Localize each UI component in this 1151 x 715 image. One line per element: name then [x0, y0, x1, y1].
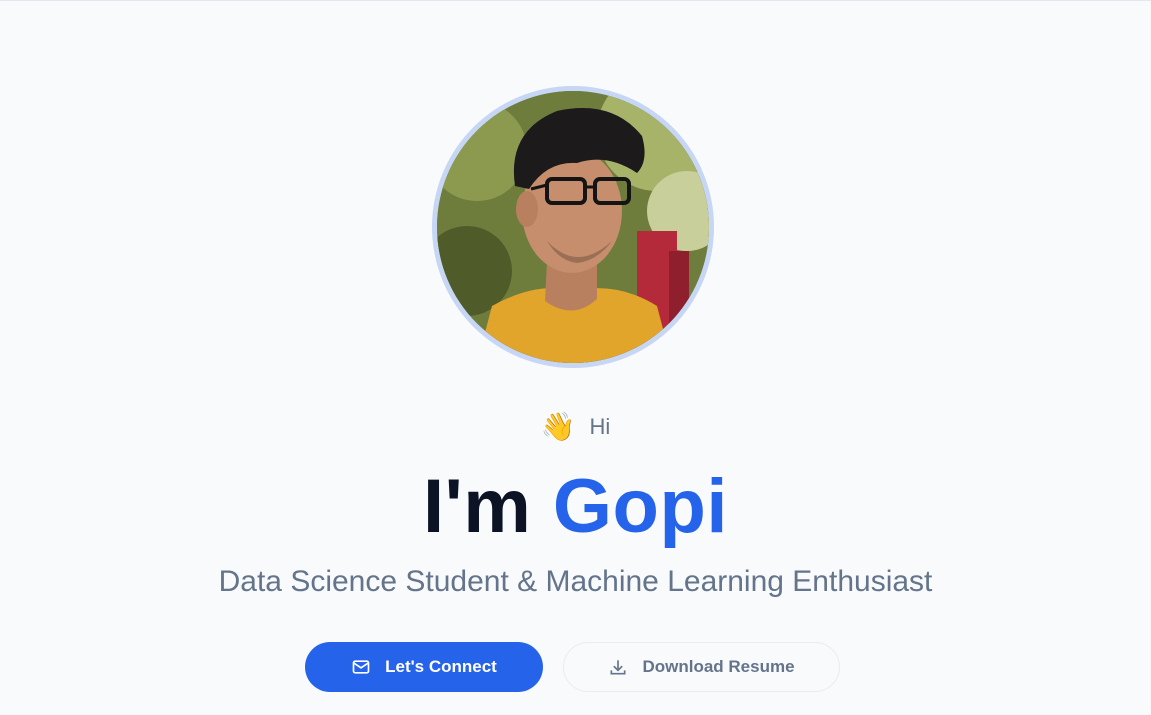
title-prefix: I'm: [423, 464, 553, 549]
profile-avatar: [437, 91, 709, 363]
hero-section: 👋 Hi I'm Gopi Data Science Student & Mac…: [0, 0, 1151, 715]
mail-icon: [352, 660, 370, 674]
lets-connect-button[interactable]: Let's Connect: [305, 642, 543, 692]
download-resume-button[interactable]: Download Resume: [563, 642, 840, 692]
greeting: 👋 Hi: [0, 410, 1151, 444]
download-icon: [610, 660, 626, 675]
greeting-text: Hi: [589, 414, 611, 439]
lets-connect-label: Let's Connect: [385, 657, 497, 676]
title-name: Gopi: [552, 464, 728, 549]
profile-avatar-ring: [432, 86, 714, 368]
hero-title: I'm Gopi: [0, 462, 1151, 552]
profile-photo: [437, 91, 709, 363]
waving-hand-icon: 👋: [540, 411, 576, 442]
download-resume-label: Download Resume: [642, 657, 795, 676]
hero-subtitle: Data Science Student & Machine Learning …: [218, 565, 933, 598]
